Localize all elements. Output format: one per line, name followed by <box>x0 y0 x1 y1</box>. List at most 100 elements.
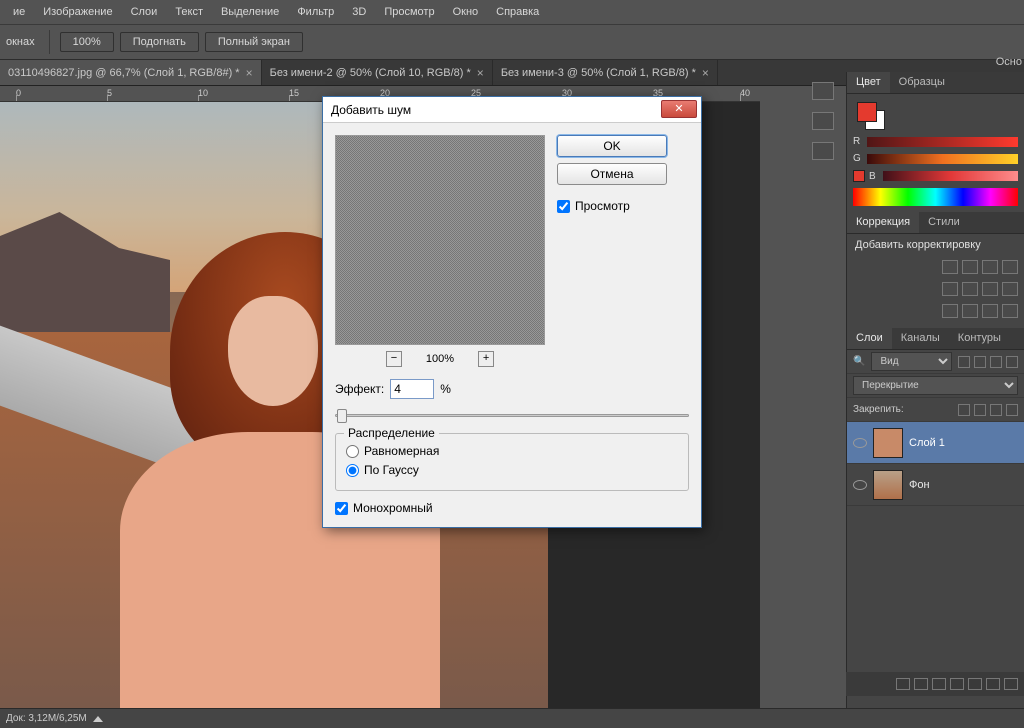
lock-label: Закрепить: <box>853 404 904 415</box>
bw-icon[interactable] <box>942 282 958 296</box>
close-icon[interactable]: × <box>246 66 253 80</box>
history-icon[interactable] <box>812 82 834 100</box>
distribution-group: Распределение Равномерная По Гауссу <box>335 433 689 491</box>
r-label: R <box>853 136 863 147</box>
menu-item-filter[interactable]: Фильтр <box>288 2 343 22</box>
filter-icon[interactable] <box>974 356 986 368</box>
link-icon[interactable] <box>896 678 910 690</box>
g-slider[interactable] <box>867 154 1018 164</box>
layer-thumbnail[interactable] <box>873 470 903 500</box>
lock-pixels-icon[interactable] <box>958 404 970 416</box>
levels-icon[interactable] <box>962 260 978 274</box>
tab-adjustments[interactable]: Коррекция <box>847 212 919 233</box>
menu-item-select[interactable]: Выделение <box>212 2 288 22</box>
layer-name[interactable]: Фон <box>909 479 930 491</box>
preview-checkbox[interactable]: Просмотр <box>557 199 689 213</box>
invert-icon[interactable] <box>942 304 958 318</box>
amount-slider[interactable] <box>335 407 689 423</box>
close-icon[interactable]: × <box>702 66 709 80</box>
separator <box>49 30 50 54</box>
adjustment-layer-icon[interactable] <box>950 678 964 690</box>
menu-item-window[interactable]: Окно <box>444 2 488 22</box>
spectrum-ramp[interactable] <box>853 188 1018 206</box>
menu-item-text[interactable]: Текст <box>166 2 212 22</box>
tab-color[interactable]: Цвет <box>847 72 890 93</box>
menu-item-image[interactable]: Изображение <box>34 2 121 22</box>
trash-icon[interactable] <box>1004 678 1018 690</box>
exposure-icon[interactable] <box>1002 260 1018 274</box>
close-icon[interactable]: × <box>477 66 484 80</box>
document-tab[interactable]: 03110496827.jpg @ 66,7% (Слой 1, RGB/8#)… <box>0 60 262 85</box>
tab-channels[interactable]: Каналы <box>892 328 949 349</box>
panel-dock <box>800 72 846 160</box>
menu-item-layers[interactable]: Слои <box>122 2 167 22</box>
tab-styles[interactable]: Стили <box>919 212 969 233</box>
visibility-icon[interactable] <box>853 480 867 490</box>
gradient-map-icon[interactable] <box>1002 304 1018 318</box>
filter-icon[interactable] <box>990 356 1002 368</box>
menu-bar: ие Изображение Слои Текст Выделение Филь… <box>0 0 1024 24</box>
filter-icon[interactable] <box>958 356 970 368</box>
curves-icon[interactable] <box>982 260 998 274</box>
mask-icon[interactable] <box>932 678 946 690</box>
status-menu-icon[interactable] <box>93 716 103 722</box>
group-icon[interactable] <box>968 678 982 690</box>
paragraph-icon[interactable] <box>812 142 834 160</box>
fit-button[interactable]: Подогнать <box>120 32 199 52</box>
document-tab[interactable]: Без имени-2 @ 50% (Слой 10, RGB/8) *× <box>262 60 493 85</box>
lock-position-icon[interactable] <box>974 404 986 416</box>
cancel-button[interactable]: Отмена <box>557 163 667 185</box>
menu-item-help[interactable]: Справка <box>487 2 548 22</box>
visibility-icon[interactable] <box>853 438 867 448</box>
gaussian-radio-input[interactable] <box>346 464 359 477</box>
fullscreen-button[interactable]: Полный экран <box>205 32 303 52</box>
layer-row[interactable]: Фон <box>847 464 1024 506</box>
layers-footer <box>846 672 1024 696</box>
dialog-titlebar[interactable]: Добавить шум ✕ <box>323 97 701 123</box>
ok-button[interactable]: OK <box>557 135 667 157</box>
uniform-radio[interactable]: Равномерная <box>346 444 678 458</box>
gamut-warning-icon[interactable] <box>853 170 865 182</box>
r-slider[interactable] <box>867 137 1018 147</box>
posterize-icon[interactable] <box>962 304 978 318</box>
layer-row[interactable]: Слой 1 <box>847 422 1024 464</box>
channel-mixer-icon[interactable] <box>982 282 998 296</box>
menu-item[interactable]: ие <box>4 2 34 22</box>
tab-swatches[interactable]: Образцы <box>890 72 954 93</box>
character-icon[interactable] <box>812 112 834 130</box>
preview-area[interactable] <box>335 135 545 345</box>
lock-icon[interactable] <box>1006 404 1018 416</box>
filter-kind-select[interactable]: Вид <box>871 352 952 371</box>
slider-knob[interactable] <box>337 409 347 423</box>
zoom-100-button[interactable]: 100% <box>60 32 114 52</box>
layer-name[interactable]: Слой 1 <box>909 437 945 449</box>
search-icon[interactable]: 🔍 <box>853 356 865 367</box>
menu-item-3d[interactable]: 3D <box>343 2 375 22</box>
close-button[interactable]: ✕ <box>661 100 697 118</box>
layer-thumbnail[interactable] <box>873 428 903 458</box>
threshold-icon[interactable] <box>982 304 998 318</box>
fx-icon[interactable] <box>914 678 928 690</box>
photo-filter-icon[interactable] <box>962 282 978 296</box>
tab-paths[interactable]: Контуры <box>949 328 1010 349</box>
monochrome-checkbox[interactable] <box>335 502 348 515</box>
brightness-icon[interactable] <box>942 260 958 274</box>
right-panels: Цвет Образцы R G B Коррекция Стили Добав… <box>846 72 1024 712</box>
preview-checkbox-input[interactable] <box>557 200 570 213</box>
new-layer-icon[interactable] <box>986 678 1000 690</box>
gaussian-radio[interactable]: По Гауссу <box>346 463 678 477</box>
tab-layers[interactable]: Слои <box>847 328 892 349</box>
dialog-title: Добавить шум <box>331 103 411 117</box>
zoom-in-button[interactable]: + <box>478 351 494 367</box>
b-slider[interactable] <box>883 171 1018 181</box>
menu-item-view[interactable]: Просмотр <box>375 2 443 22</box>
foreground-swatch[interactable] <box>857 102 877 122</box>
amount-input[interactable] <box>390 379 434 399</box>
uniform-radio-input[interactable] <box>346 445 359 458</box>
document-tab[interactable]: Без имени-3 @ 50% (Слой 1, RGB/8) *× <box>493 60 718 85</box>
blend-mode-select[interactable]: Перекрытие <box>853 376 1018 395</box>
lut-icon[interactable] <box>1002 282 1018 296</box>
zoom-out-button[interactable]: − <box>386 351 402 367</box>
filter-icon[interactable] <box>1006 356 1018 368</box>
lock-all-icon[interactable] <box>990 404 1002 416</box>
